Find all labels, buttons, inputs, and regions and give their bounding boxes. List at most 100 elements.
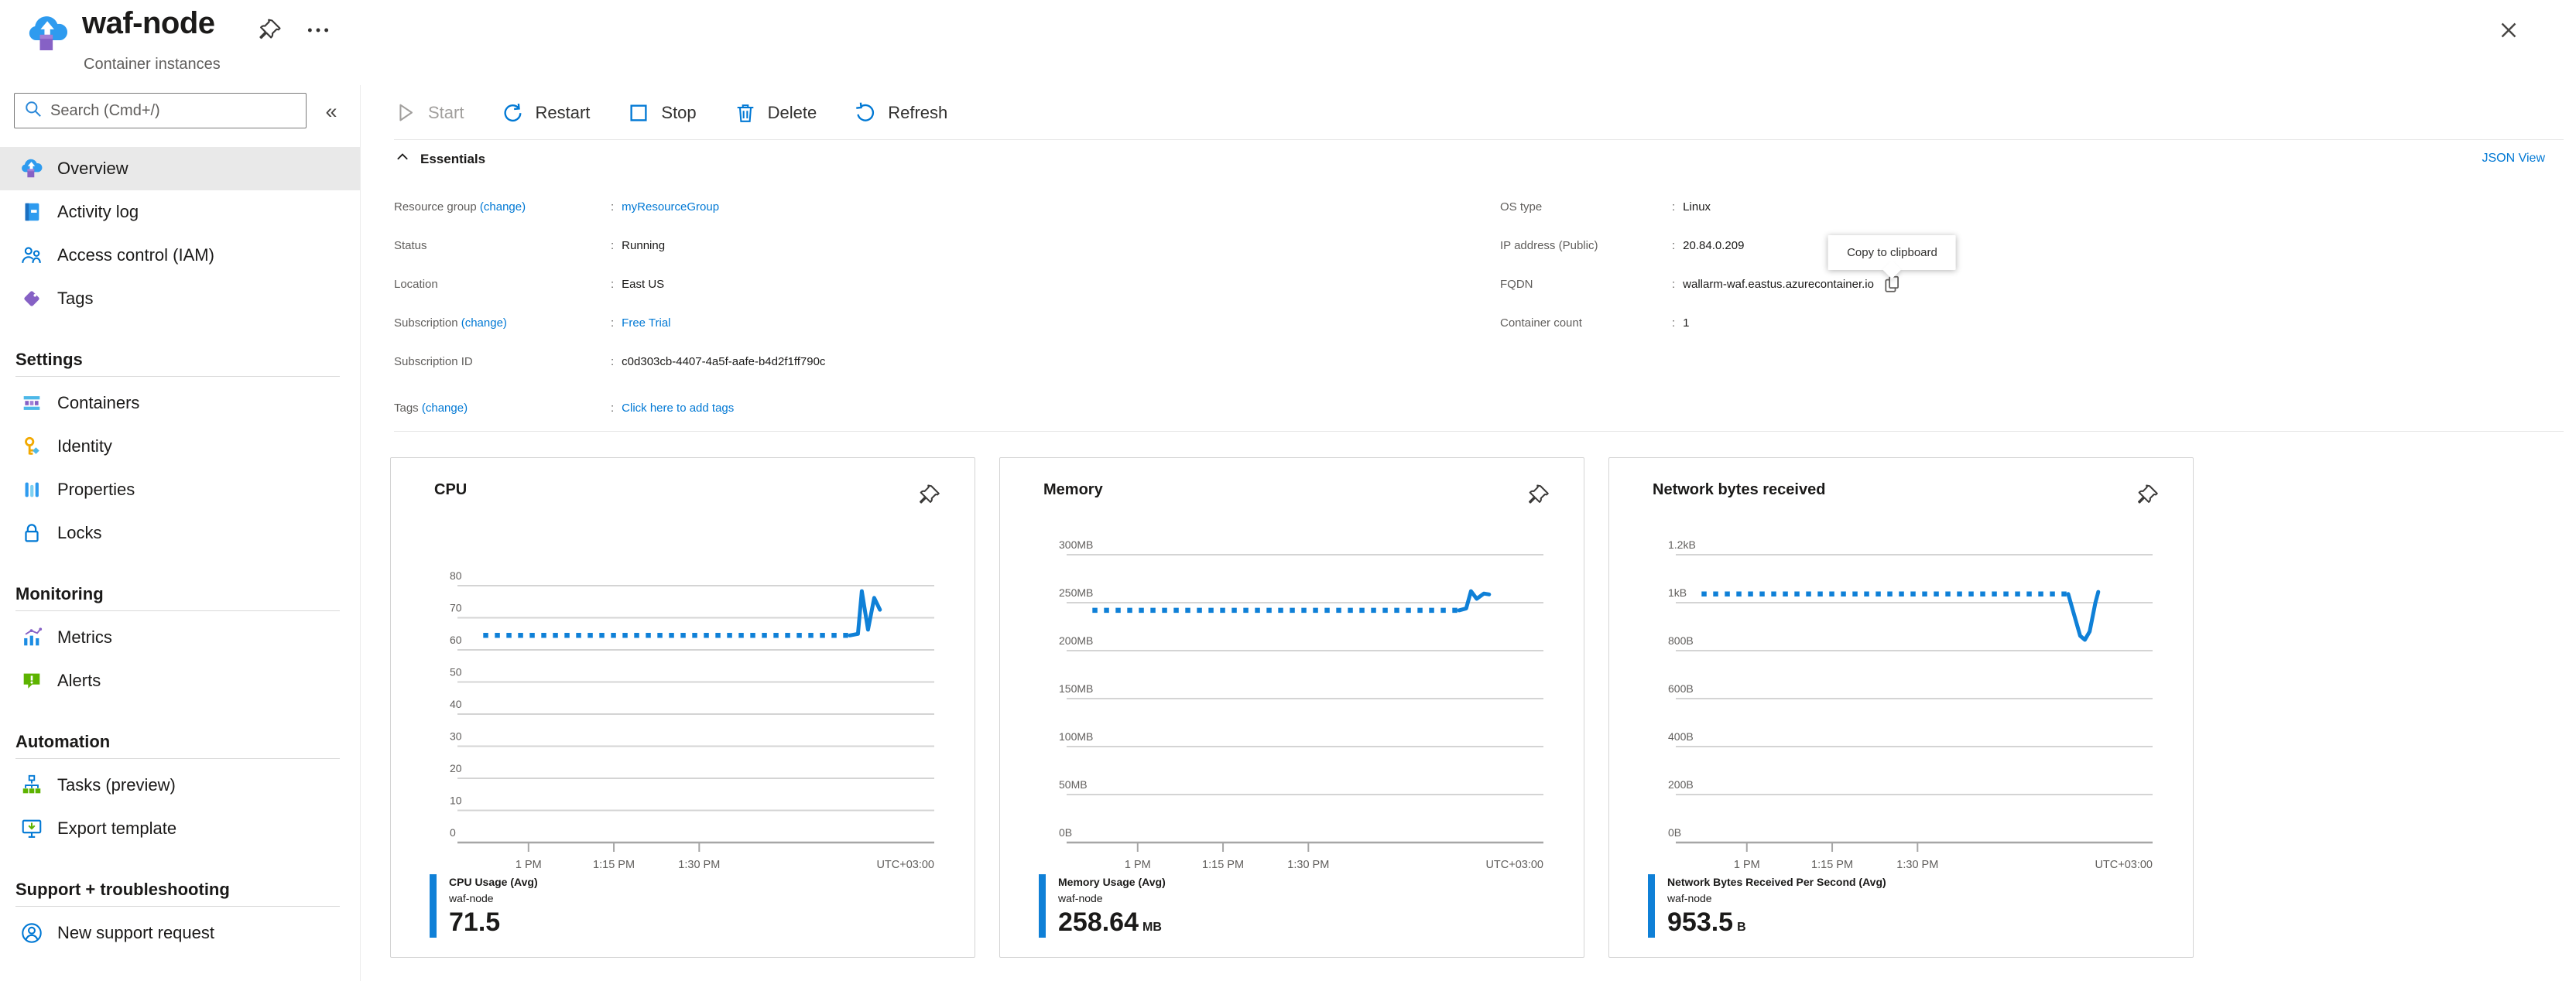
access-control-icon	[20, 244, 43, 267]
chart-title: Memory	[1043, 481, 1103, 499]
pin-chart-button[interactable]	[2134, 483, 2160, 513]
sidebar-item-tags[interactable]: Tags	[0, 277, 360, 320]
sidebar-item-new-support-request[interactable]: New support request	[0, 911, 360, 955]
toolbar-button-label: Start	[428, 103, 464, 123]
essentials-row-fqdn: FQDN:wallarm-waf.eastus.azurecontainer.i…	[1500, 265, 1903, 303]
sidebar-item-overview[interactable]: Overview	[0, 147, 360, 190]
essentials-row-status: Status:Running	[394, 226, 825, 265]
sidebar-item-label: Access control (IAM)	[57, 245, 214, 265]
more-options-button[interactable]	[305, 17, 331, 47]
pin-chart-button[interactable]	[1525, 483, 1551, 513]
close-icon	[2496, 17, 2522, 43]
restart-icon	[501, 101, 524, 125]
svg-text:UTC+03:00: UTC+03:00	[2095, 859, 2153, 871]
toolbar-button-label: Refresh	[888, 103, 947, 123]
essentials-label: Location	[394, 278, 611, 291]
tasks-icon	[20, 774, 43, 797]
export-template-icon	[20, 817, 43, 840]
lock-icon	[20, 521, 43, 545]
container-instances-icon	[26, 12, 70, 60]
sidebar-nav: Overview Activity log Access control (IAM)…	[0, 147, 360, 955]
change-link[interactable]: (change)	[422, 402, 468, 415]
chevron-up-icon	[394, 149, 411, 166]
svg-text:1:30 PM: 1:30 PM	[1896, 859, 1938, 871]
svg-text:1 PM: 1 PM	[516, 859, 542, 871]
legend-color-bar	[430, 874, 437, 938]
change-link[interactable]: (change)	[461, 316, 507, 330]
legend-unit: B	[1737, 921, 1746, 934]
stop-icon	[627, 101, 650, 125]
chart-plot: 300MB250MB200MB150MB100MB50MB0B1 PM1:15 …	[1067, 535, 1543, 884]
essentials-row-location: Location:East US	[394, 265, 825, 303]
svg-text:0B: 0B	[1668, 826, 1681, 839]
legend-value: 258.64MB	[1058, 906, 1166, 944]
sidebar-item-alerts[interactable]: Alerts	[0, 659, 360, 702]
sidebar-item-label: Overview	[57, 159, 128, 179]
essentials-row-resource-group: Resource group (change):myResourceGroup	[394, 187, 825, 226]
toolbar-button-label: Delete	[768, 103, 817, 123]
json-view-link[interactable]: JSON View	[2482, 152, 2545, 166]
svg-text:1:15 PM: 1:15 PM	[593, 859, 635, 871]
svg-text:1:15 PM: 1:15 PM	[1202, 859, 1244, 871]
sidebar-item-export-template[interactable]: Export template	[0, 807, 360, 850]
chart-plot: 1.2kB1kB800B600B400B200B0B1 PM1:15 PM1:3…	[1676, 535, 2153, 884]
pin-blade-button[interactable]	[255, 17, 283, 49]
section-divider	[15, 376, 340, 377]
identity-icon	[20, 435, 43, 458]
start-button[interactable]: Start	[394, 101, 464, 125]
pin-chart-button[interactable]	[916, 483, 942, 513]
essentials-label: Subscription (change)	[394, 316, 611, 330]
essentials-value-link[interactable]: myResourceGroup	[622, 200, 719, 214]
collapse-sidebar-button[interactable]: «	[314, 94, 348, 128]
play-icon	[394, 101, 417, 125]
chart-legend: CPU Usage (Avg)waf-node71.5	[430, 874, 538, 938]
essentials-label: FQDN	[1500, 278, 1672, 291]
sidebar-item-locks[interactable]: Locks	[0, 511, 360, 555]
sidebar-item-identity[interactable]: Identity	[0, 425, 360, 468]
svg-text:1kB: 1kB	[1668, 586, 1687, 599]
sidebar-item-access-control-iam[interactable]: Access control (IAM)	[0, 234, 360, 277]
svg-text:50MB: 50MB	[1059, 778, 1088, 791]
tag-icon	[20, 287, 43, 310]
copy-fqdn-button[interactable]: Copy to clipboard	[1882, 274, 1903, 295]
sidebar-item-label: Locks	[57, 523, 101, 543]
restart-button[interactable]: Restart	[501, 101, 590, 125]
close-blade-button[interactable]	[2496, 17, 2522, 47]
svg-text:100MB: 100MB	[1059, 730, 1093, 743]
refresh-button[interactable]: Refresh	[854, 101, 947, 125]
svg-text:UTC+03:00: UTC+03:00	[876, 859, 934, 871]
essentials-value-link[interactable]: Click here to add tags	[622, 402, 734, 415]
essentials-value-link[interactable]: Free Trial	[622, 316, 670, 330]
sidebar-item-properties[interactable]: Properties	[0, 468, 360, 511]
sidebar-item-tasks-preview[interactable]: Tasks (preview)	[0, 764, 360, 807]
ellipsis-icon	[305, 17, 331, 43]
svg-text:1:30 PM: 1:30 PM	[1287, 859, 1329, 871]
page-title: waf-node	[82, 6, 215, 41]
sidebar-item-containers[interactable]: Containers	[0, 381, 360, 425]
support-request-icon	[20, 921, 43, 945]
search-icon	[15, 98, 44, 124]
change-link[interactable]: (change)	[480, 200, 526, 214]
essentials-collapse-header[interactable]: Essentials	[394, 149, 485, 169]
sidebar-item-metrics[interactable]: Metrics	[0, 616, 360, 659]
stop-button[interactable]: Stop	[627, 101, 696, 125]
essentials-value: c0d303cb-4407-4a5f-aafe-b4d2f1ff790c	[622, 355, 825, 368]
legend-resource-name: waf-node	[1058, 890, 1166, 906]
sidebar-item-label: Activity log	[57, 202, 139, 222]
legend-color-bar	[1648, 874, 1655, 938]
essentials-label: Tags (change)	[394, 402, 611, 415]
sidebar-section-monitoring: Monitoring	[0, 576, 360, 610]
svg-text:40: 40	[450, 698, 462, 710]
essentials-value: wallarm-waf.eastus.azurecontainer.io	[1683, 278, 1874, 291]
chart-card-memory: Memory 300MB250MB200MB150MB100MB50MB0B1 P…	[999, 457, 1584, 958]
search-input[interactable]	[44, 102, 306, 120]
essentials-label: Container count	[1500, 316, 1672, 330]
pin-icon	[1525, 483, 1551, 509]
svg-text:300MB: 300MB	[1059, 538, 1093, 551]
svg-text:800B: 800B	[1668, 634, 1694, 647]
sidebar-item-activity-log[interactable]: Activity log	[0, 190, 360, 234]
delete-button[interactable]: Delete	[734, 101, 817, 125]
legend-resource-name: waf-node	[449, 890, 538, 906]
pin-icon	[2134, 483, 2160, 509]
svg-text:1 PM: 1 PM	[1734, 859, 1760, 871]
